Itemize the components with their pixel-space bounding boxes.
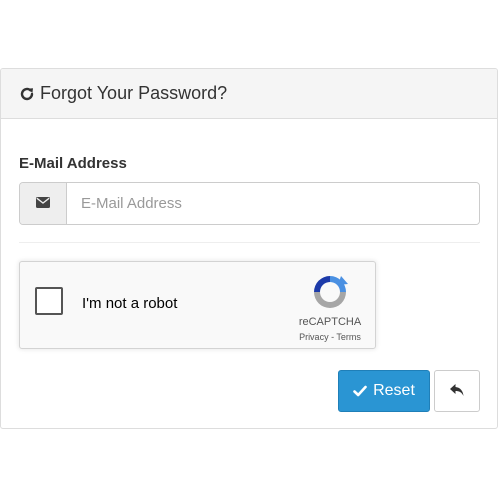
refresh-icon xyxy=(19,86,35,102)
recaptcha-privacy-link[interactable]: Privacy xyxy=(299,332,329,342)
email-input-group xyxy=(19,182,480,225)
email-addon xyxy=(20,183,67,224)
recaptcha-terms-link[interactable]: Terms xyxy=(336,332,361,342)
divider xyxy=(19,242,480,243)
recaptcha-logo-icon xyxy=(310,272,350,312)
recaptcha-brand: reCAPTCHA xyxy=(298,316,362,328)
recaptcha-links: Privacy - Terms xyxy=(284,332,376,342)
recaptcha-widget: I'm not a robot reCAPTCHA Privacy - Term… xyxy=(19,261,376,349)
recaptcha-checkbox-label: I'm not a robot xyxy=(82,295,178,312)
reply-icon xyxy=(449,383,465,400)
check-icon xyxy=(353,385,367,397)
reset-button[interactable]: Reset xyxy=(338,370,430,412)
forgot-password-panel: Forgot Your Password? E-Mail Address I'm… xyxy=(0,68,498,429)
reset-button-label: Reset xyxy=(373,382,415,399)
email-input[interactable] xyxy=(67,183,479,224)
panel-title: Forgot Your Password? xyxy=(40,83,228,103)
recaptcha-checkbox[interactable] xyxy=(35,287,63,315)
envelope-icon xyxy=(36,195,50,213)
email-label: E-Mail Address xyxy=(19,155,127,172)
panel-heading: Forgot Your Password? xyxy=(1,69,497,119)
back-button[interactable] xyxy=(434,370,480,412)
